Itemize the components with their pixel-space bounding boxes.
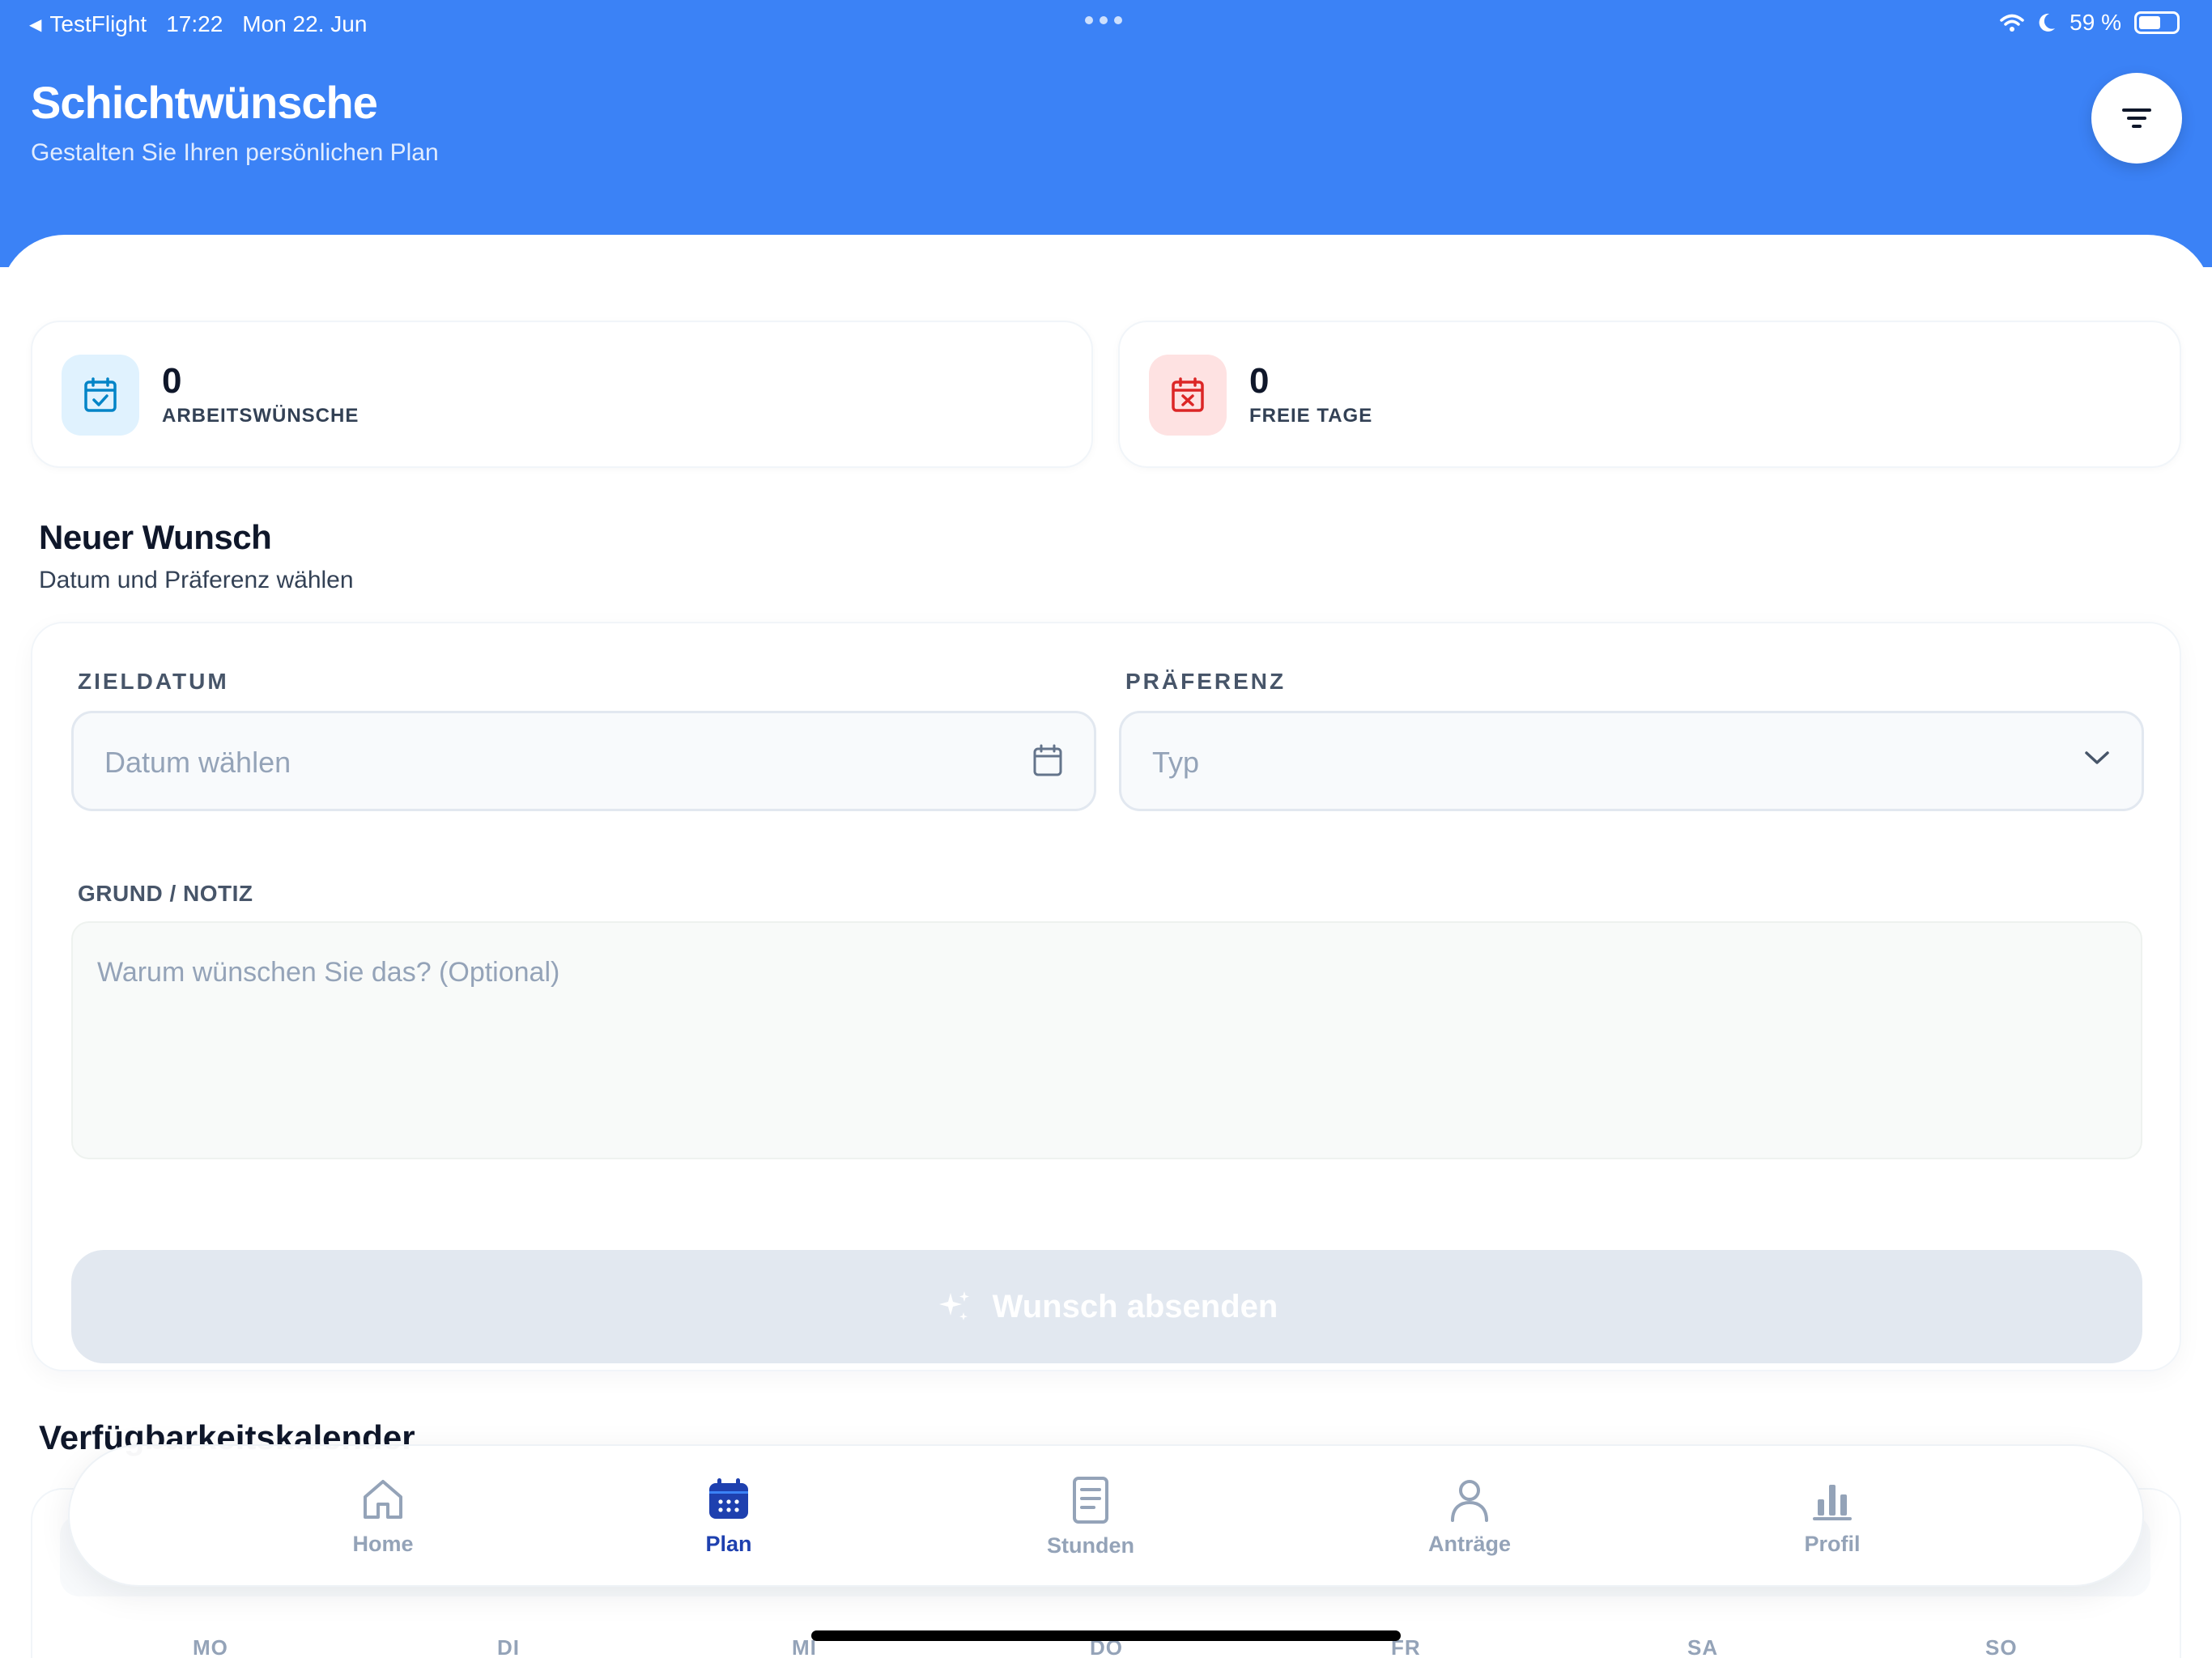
target-date-label: ZIELDATUM [78,669,229,694]
moon-icon [2039,13,2056,32]
chevron-down-icon [2085,751,2109,764]
tab-label: Profil [1804,1532,1861,1556]
tab-plan[interactable]: Plan [648,1475,810,1557]
tab-profil[interactable]: Profil [1751,1475,1913,1557]
user-icon [1451,1480,1488,1522]
target-date-placeholder: Datum wählen [104,746,291,779]
wifi-icon [2000,14,2024,32]
status-bar-left: ◀ TestFlight 17:22 Mon 22. Jun [29,11,367,37]
app-header: ◀ TestFlight 17:22 Mon 22. Jun 59 % Schi… [0,0,2212,267]
multitasking-dots-icon[interactable] [1085,16,1122,24]
submit-request-button[interactable]: Wunsch absenden [71,1250,2142,1363]
tab-label: Anträge [1427,1532,1511,1556]
preference-label: PRÄFERENZ [1125,669,1287,694]
filter-button[interactable] [2091,73,2182,164]
stat-icon-container [62,355,139,436]
note-placeholder: Warum wünschen Sie das? (Optional) [97,957,560,988]
note-label: GRUND / NOTIZ [78,881,253,906]
page-subtitle: Gestalten Sie Ihren persönlichen Plan [31,139,439,166]
weekday-label: DI [497,1635,520,1658]
sparkles-icon [938,1291,969,1320]
stat-card-work-requests: 0 ARBEITSWÜNSCHE [31,321,1093,468]
tab-home[interactable]: Home [302,1475,464,1557]
calendar-x-icon [1172,377,1204,412]
filter-icon [2122,108,2151,128]
home-icon [364,1480,402,1519]
battery-percent: 59 % [2069,10,2121,35]
status-time: 17:22 [166,11,223,36]
submit-request-label: Wunsch absenden [992,1288,1278,1324]
back-to-app-link[interactable]: TestFlight [49,11,147,37]
note-textarea[interactable]: Warum wünschen Sie das? (Optional) [71,921,2142,1159]
stat-card-free-days: 0 FREIE TAGE [1118,321,2181,468]
calendar-icon [709,1478,748,1519]
bottom-tab-bar: Home Plan Stunden Anträge Profil [68,1444,2144,1587]
page-title: Schichtwünsche [31,77,378,128]
status-bar: ◀ TestFlight 17:22 Mon 22. Jun 59 % [0,0,2212,49]
status-date: Mon 22. Jun [242,11,368,36]
new-request-form: ZIELDATUM Datum wählen PRÄFERENZ Typ GRU… [31,622,2181,1371]
back-arrow-icon[interactable]: ◀ [29,15,41,35]
stat-icon-container [1149,355,1227,436]
weekday-label: MO [193,1635,228,1658]
home-indicator[interactable] [811,1630,1401,1641]
target-date-field[interactable]: Datum wählen [71,711,1096,811]
calendar-check-icon [84,377,117,412]
weekday-label: SO [1985,1635,2018,1658]
preference-select[interactable]: Typ [1119,711,2144,811]
battery-icon [2134,11,2180,34]
weekday-label: SA [1687,1635,1719,1658]
free-days-count: 0 [1249,361,1270,401]
tab-label: Stunden [1047,1533,1134,1558]
free-days-label: FREIE TAGE [1249,405,1373,427]
work-requests-label: ARBEITSWÜNSCHE [162,405,359,427]
tab-stunden[interactable]: Stunden [1010,1475,1172,1558]
preference-placeholder: Typ [1152,746,1200,779]
tab-antraege[interactable]: Anträge [1389,1475,1551,1557]
work-requests-count: 0 [162,361,182,401]
calendar-icon [1033,744,1062,776]
bar-chart-icon [1813,1485,1852,1520]
tab-label: Home [352,1532,414,1556]
document-icon [1073,1477,1108,1524]
new-request-subtitle: Datum und Präferenz wählen [39,567,354,593]
new-request-title: Neuer Wunsch [39,518,272,556]
tab-label: Plan [705,1532,752,1556]
status-bar-right: 59 % [2000,10,2180,36]
